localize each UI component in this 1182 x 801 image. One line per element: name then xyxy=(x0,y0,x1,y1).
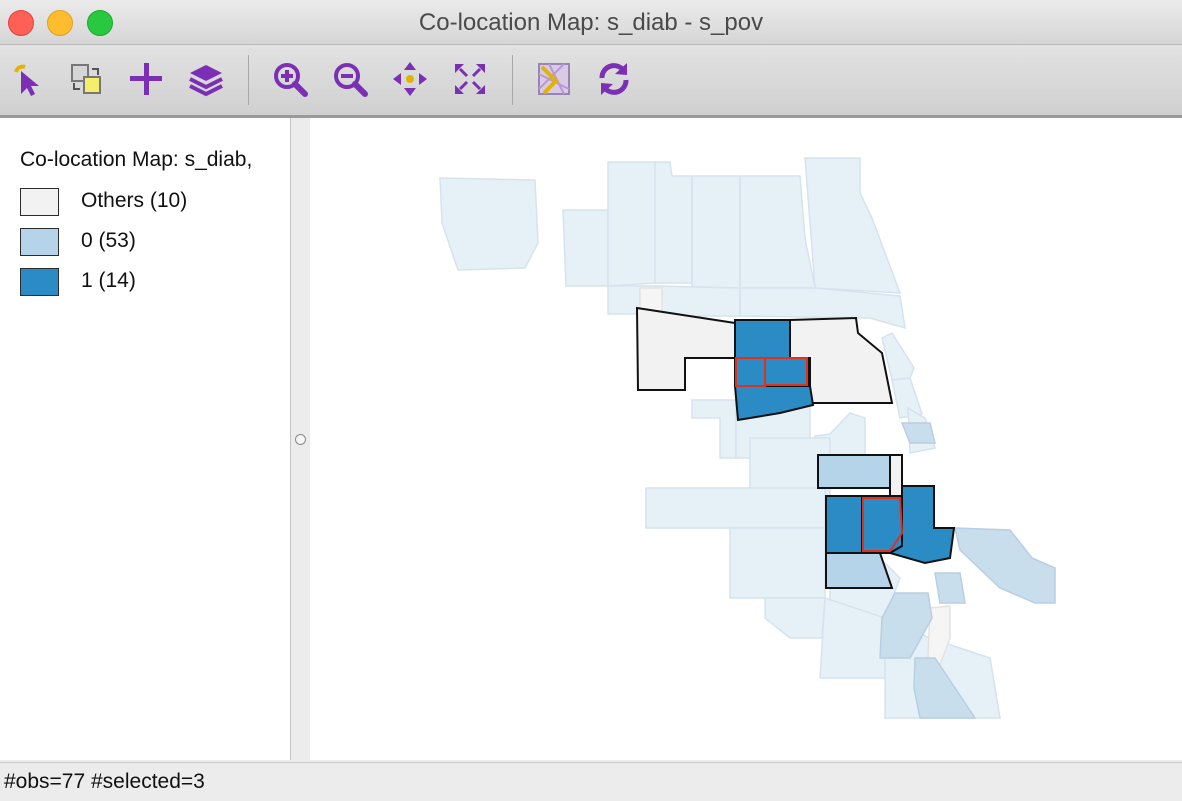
map-tract[interactable] xyxy=(729,527,826,599)
map-tract-one[interactable] xyxy=(734,319,791,359)
map-tract[interactable] xyxy=(654,285,741,317)
refresh-icon xyxy=(599,63,629,95)
splitter-handle[interactable] xyxy=(295,434,306,445)
status-bar: #obs=77 #selected=3 xyxy=(0,762,1182,801)
map-tract[interactable] xyxy=(891,377,923,419)
map-tract-others[interactable] xyxy=(635,306,736,391)
pan-button[interactable] xyxy=(388,57,432,101)
map-tract[interactable] xyxy=(607,161,656,287)
map-tract[interactable] xyxy=(691,399,737,459)
window-title: Co-location Map: s_diab - s_pov xyxy=(418,9,764,36)
map-tract[interactable] xyxy=(900,422,936,444)
toolbar xyxy=(0,45,1182,118)
full-extent-icon xyxy=(455,64,485,94)
zoom-in-button[interactable] xyxy=(268,57,312,101)
south-cluster xyxy=(817,454,956,589)
pan-arrows-icon xyxy=(393,62,427,96)
title-bar: Co-location Map: s_diab - s_pov xyxy=(0,0,1182,45)
map-tract-zero[interactable] xyxy=(825,552,894,589)
legend-swatch xyxy=(20,268,59,296)
full-extent-button[interactable] xyxy=(448,57,492,101)
legend-item-label: Others (10) xyxy=(81,189,188,212)
legend-title: Co-location Map: s_diab, xyxy=(20,148,253,171)
swap-selection-icon xyxy=(71,64,101,94)
map-tract-one[interactable] xyxy=(861,495,903,554)
map-tract[interactable] xyxy=(645,487,826,529)
plus-icon xyxy=(130,63,162,95)
map-tract-one[interactable] xyxy=(825,495,863,554)
layers-icon xyxy=(189,65,223,97)
legend-swatch xyxy=(20,188,59,216)
legend-item-0[interactable]: 0 (53) xyxy=(20,228,280,258)
toolbar-separator xyxy=(512,55,513,105)
map-tract-zero[interactable] xyxy=(817,454,891,489)
map-tract[interactable] xyxy=(804,157,902,294)
legend-panel: Co-location Map: s_diab, Others (10) 0 (… xyxy=(0,118,291,760)
map-tract[interactable] xyxy=(934,572,966,604)
legend-item-others[interactable]: Others (10) xyxy=(20,188,280,218)
legend-item-label: 1 (14) xyxy=(81,269,136,292)
map-tract-others[interactable] xyxy=(889,454,903,497)
status-text: #obs=77 #selected=3 xyxy=(4,770,205,793)
map-tract-one[interactable] xyxy=(764,357,809,387)
legend-item-1[interactable]: 1 (14) xyxy=(20,268,280,298)
layers-button[interactable] xyxy=(184,57,228,101)
zoom-out-button[interactable] xyxy=(328,57,372,101)
map-tract-one[interactable] xyxy=(734,357,766,387)
basemap-button[interactable] xyxy=(532,57,576,101)
zoom-in-icon xyxy=(274,63,308,97)
map-tract[interactable] xyxy=(954,527,1056,604)
panel-splitter[interactable] xyxy=(291,118,310,760)
selection-swap-button[interactable] xyxy=(64,57,108,101)
map-svg[interactable] xyxy=(310,118,1182,760)
add-button[interactable] xyxy=(124,57,168,101)
arrow-pointer-icon xyxy=(14,64,39,96)
select-tool-button[interactable] xyxy=(6,57,50,101)
toolbar-separator xyxy=(248,55,249,105)
refresh-button[interactable] xyxy=(592,57,636,101)
legend-item-label: 0 (53) xyxy=(81,229,136,252)
map-tract[interactable] xyxy=(764,597,826,639)
zoom-out-icon xyxy=(334,63,368,97)
map-tract[interactable] xyxy=(562,209,609,287)
map-tract[interactable] xyxy=(739,175,816,289)
map-canvas[interactable] xyxy=(310,118,1182,760)
legend-swatch xyxy=(20,228,59,256)
map-tract[interactable] xyxy=(439,177,539,271)
map-tract[interactable] xyxy=(691,175,741,289)
map-tract[interactable] xyxy=(654,161,693,284)
basemap-icon xyxy=(538,63,570,95)
